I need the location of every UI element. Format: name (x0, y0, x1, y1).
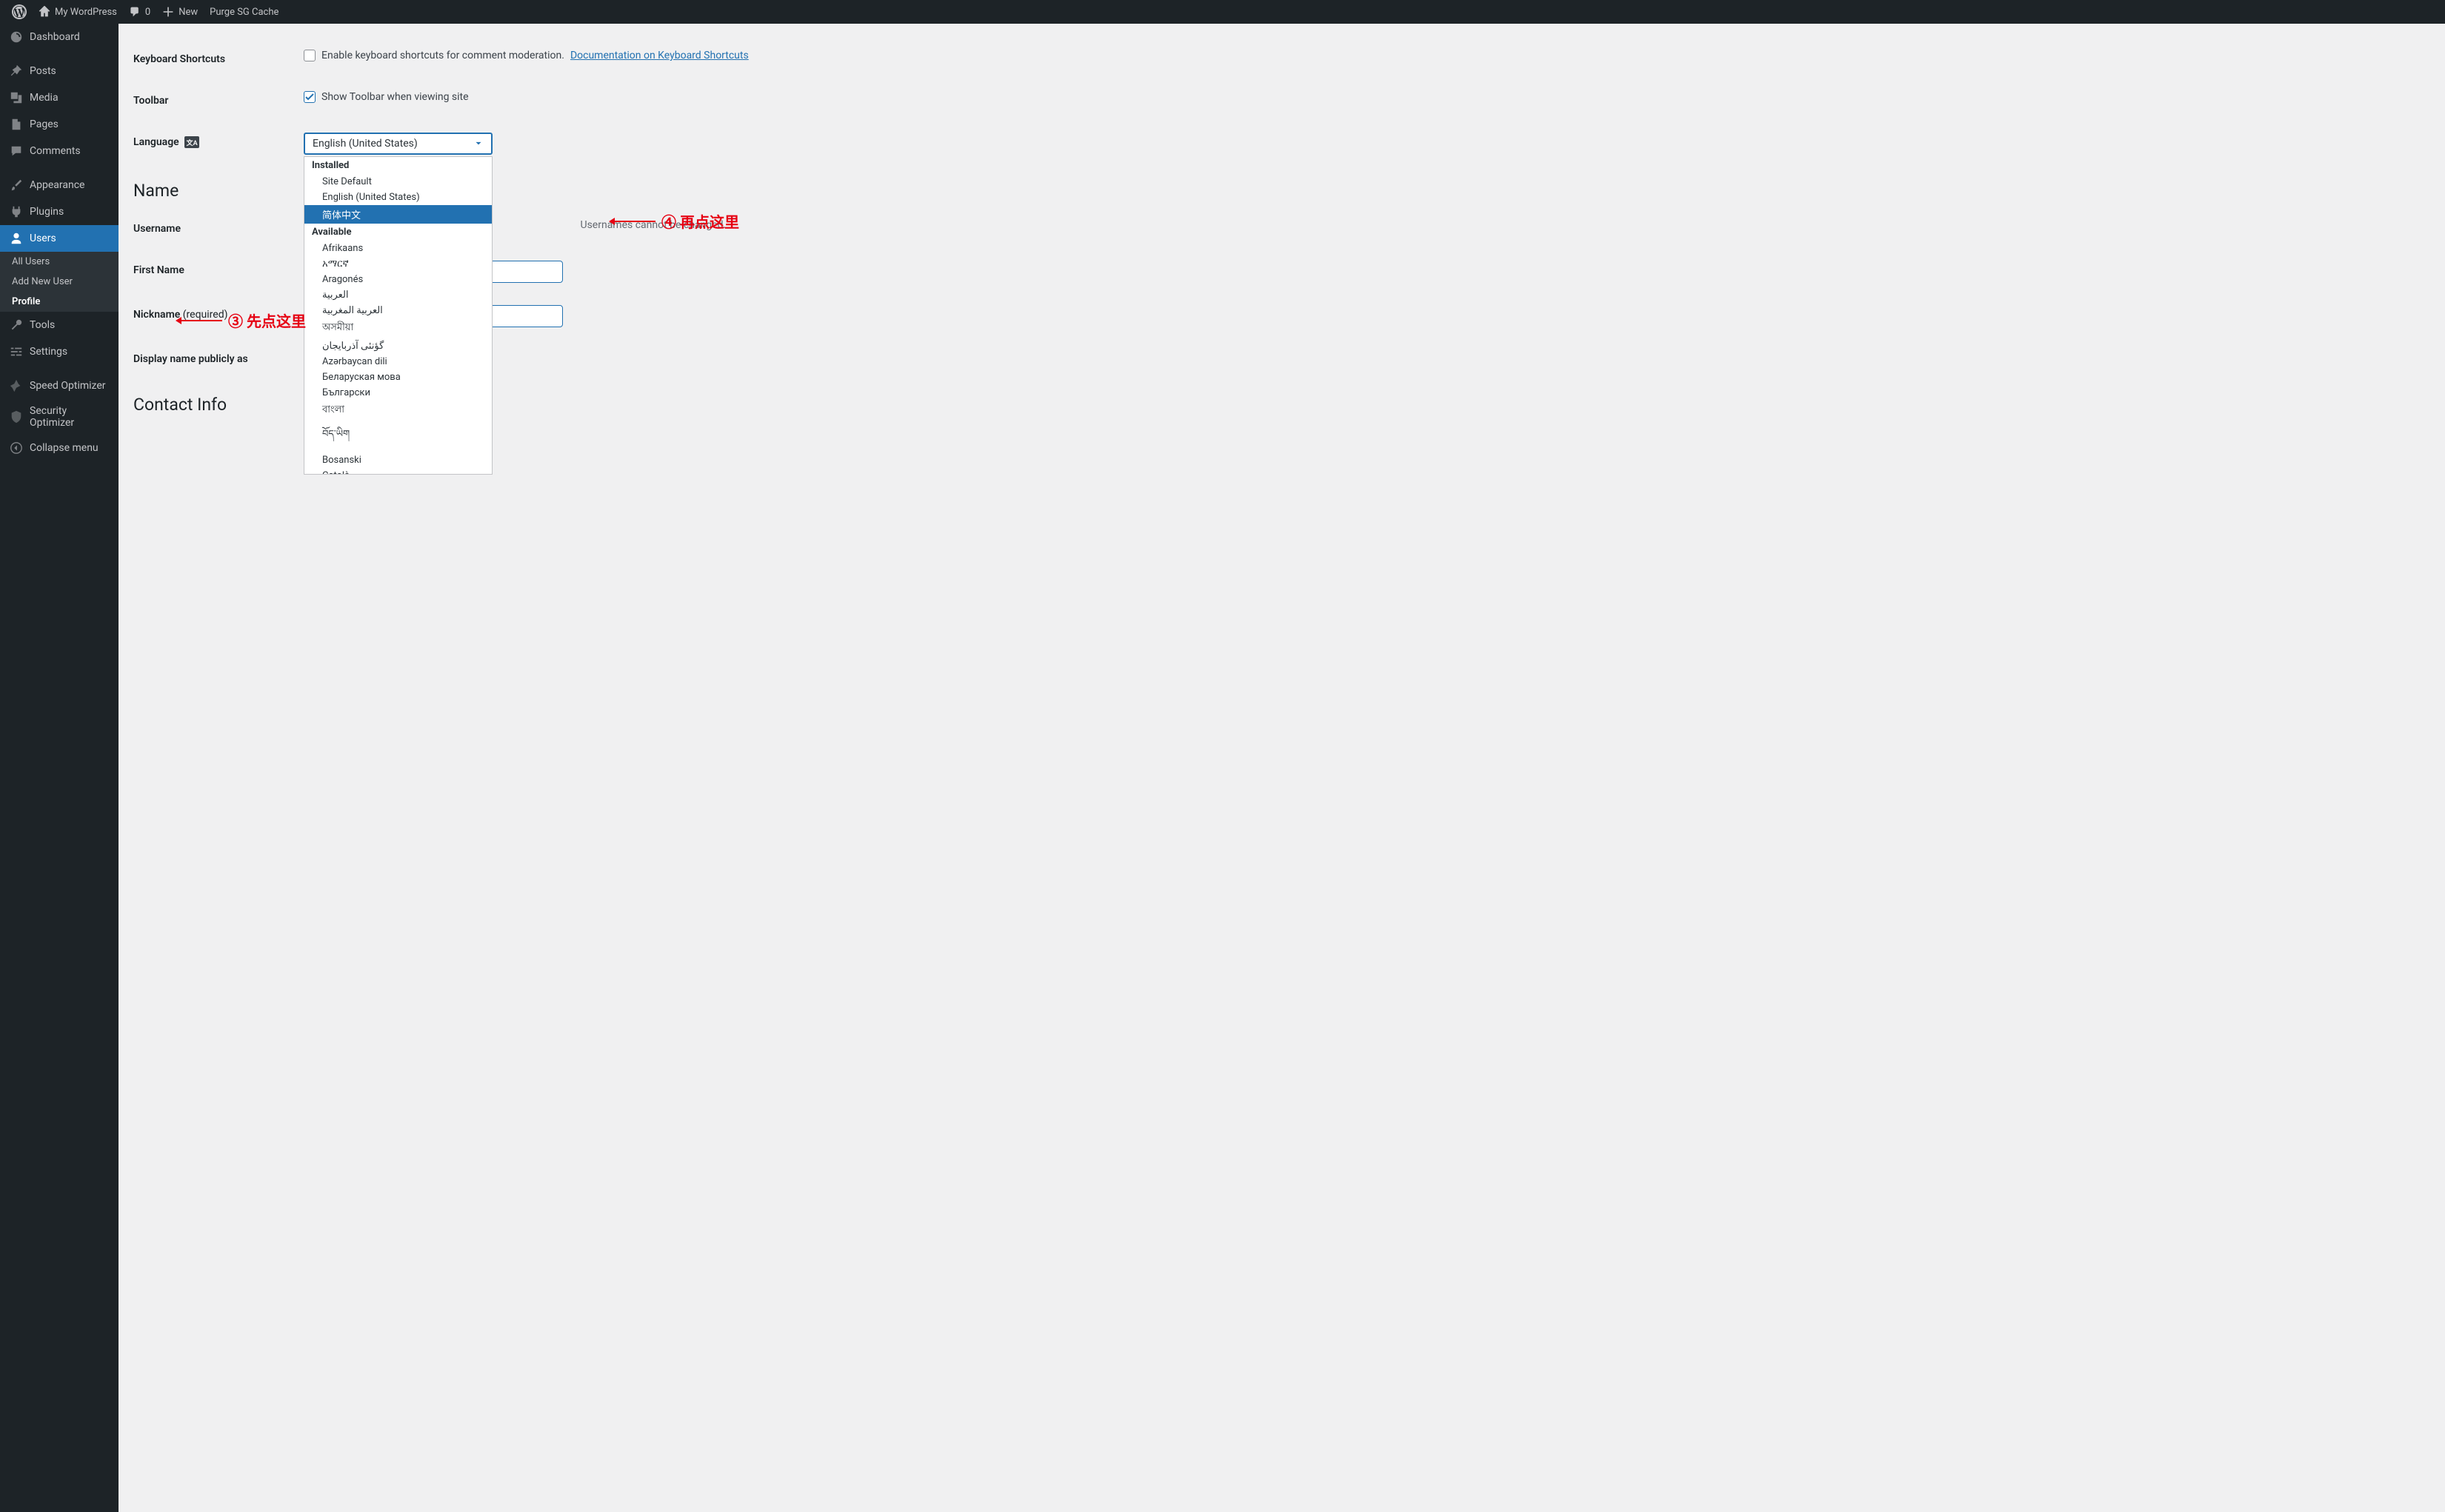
sidebar-item-appearance[interactable]: Appearance (0, 172, 119, 198)
site-name-item[interactable]: My WordPress (33, 0, 123, 24)
purge-label: Purge SG Cache (210, 7, 278, 18)
language-option[interactable]: Беларуская мова (304, 369, 492, 385)
sidebar-item-dashboard[interactable]: Dashboard (0, 24, 119, 50)
comment-icon (129, 6, 141, 18)
sidebar-label: Security Optimizer (30, 405, 110, 429)
sidebar-label: Comments (30, 145, 81, 157)
sidebar-label: Pages (30, 118, 59, 130)
sidebar-item-security[interactable]: Security Optimizer (0, 399, 119, 435)
users-submenu: All Users Add New User Profile (0, 252, 119, 312)
home-icon (39, 6, 50, 18)
brush-icon (9, 178, 24, 193)
user-icon (9, 231, 24, 246)
submenu-add-user[interactable]: Add New User (0, 272, 119, 292)
comments-count: 0 (145, 7, 150, 18)
wordpress-logo-icon (12, 4, 27, 19)
toolbar-checkbox[interactable] (304, 91, 316, 103)
language-option[interactable]: Site Default (304, 174, 492, 190)
language-option[interactable]: বাংলা (304, 401, 492, 421)
optgroup-installed: Installed (304, 157, 492, 174)
language-option[interactable]: Български (304, 385, 492, 401)
language-option[interactable]: العربية (304, 287, 492, 303)
sidebar-label: Media (30, 92, 59, 104)
sidebar-item-media[interactable]: Media (0, 84, 119, 111)
selected-language: English (United States) (313, 138, 418, 150)
rocket-icon (9, 378, 24, 393)
language-option[interactable]: گؤنئی آذربایجان (304, 338, 492, 354)
language-option[interactable]: አማርኛ (304, 256, 492, 272)
language-option[interactable]: العربية المغربية (304, 303, 492, 318)
admin-toolbar: My WordPress 0 New Purge SG Cache (0, 0, 2445, 24)
keyboard-shortcuts-doc-link[interactable]: Documentation on Keyboard Shortcuts (570, 50, 749, 61)
first-name-label: First Name (133, 250, 296, 294)
submenu-profile[interactable]: Profile (0, 292, 119, 312)
sidebar-label: Settings (30, 346, 67, 358)
sidebar-label: Tools (30, 319, 55, 331)
sidebar-label: Speed Optimizer (30, 380, 106, 392)
dashboard-icon (9, 30, 24, 44)
language-select[interactable]: English (United States) Installed Site D… (304, 133, 493, 155)
admin-sidebar: Dashboard Posts Media Pages Comments App… (0, 24, 119, 1512)
optgroup-available: Available (304, 224, 492, 241)
submenu-all-users[interactable]: All Users (0, 252, 119, 272)
language-option[interactable]: Afrikaans (304, 241, 492, 256)
language-label: Language 文A (133, 121, 296, 166)
profile-form: Keyboard Shortcuts Enable keyboard short… (133, 39, 2430, 166)
shield-icon (9, 409, 24, 424)
sidebar-item-plugins[interactable]: Plugins (0, 198, 119, 225)
toolbar-label: Toolbar (133, 80, 296, 121)
translate-icon: 文A (184, 136, 199, 148)
language-option[interactable]: English (United States) (304, 190, 492, 205)
username-note: Usernames cannot be changed. (580, 219, 726, 231)
comments-icon (9, 144, 24, 158)
keyboard-shortcuts-label: Keyboard Shortcuts (133, 39, 296, 80)
sidebar-label: Users (30, 233, 56, 244)
main-content: ③ 先点这里 ④ 再点这里 Keyboard Shortcuts Enable … (119, 24, 2445, 1512)
sidebar-item-settings[interactable]: Settings (0, 338, 119, 365)
sidebar-item-pages[interactable]: Pages (0, 111, 119, 138)
sidebar-label: Dashboard (30, 31, 80, 43)
pin-icon (9, 64, 24, 78)
wrench-icon (9, 318, 24, 332)
sidebar-label: Collapse menu (30, 442, 99, 454)
language-select-display[interactable]: English (United States) (304, 133, 493, 155)
sidebar-item-users[interactable]: Users (0, 225, 119, 252)
sidebar-item-collapse[interactable]: Collapse menu (0, 435, 119, 461)
language-dropdown[interactable]: Installed Site DefaultEnglish (United St… (304, 156, 493, 475)
sidebar-item-speed[interactable]: Speed Optimizer (0, 372, 119, 399)
language-option[interactable]: Bosanski (304, 452, 492, 468)
purge-cache-item[interactable]: Purge SG Cache (204, 0, 284, 24)
sidebar-label: Appearance (30, 179, 84, 191)
sidebar-label: Plugins (30, 206, 64, 218)
language-option[interactable]: অসমীয়া (304, 318, 492, 338)
wp-logo-item[interactable] (6, 0, 33, 24)
chevron-down-icon (473, 138, 484, 149)
plus-icon (162, 6, 174, 18)
sidebar-item-tools[interactable]: Tools (0, 312, 119, 338)
toolbar-text: Show Toolbar when viewing site (321, 91, 469, 103)
keyboard-shortcuts-checkbox[interactable] (304, 50, 316, 61)
language-option[interactable]: Azərbaycan dili (304, 354, 492, 369)
comments-item[interactable]: 0 (123, 0, 156, 24)
username-label: Username (133, 208, 296, 250)
page-icon (9, 117, 24, 132)
sidebar-label: Posts (30, 65, 56, 77)
sidebar-item-comments[interactable]: Comments (0, 138, 119, 164)
language-option[interactable]: 简体中文 (304, 205, 492, 224)
site-name-text: My WordPress (55, 7, 117, 18)
language-option[interactable]: Aragonés (304, 272, 492, 287)
keyboard-shortcuts-text: Enable keyboard shortcuts for comment mo… (321, 50, 564, 61)
collapse-icon (9, 441, 24, 455)
new-label: New (179, 7, 198, 18)
language-option[interactable]: བོད་ཡིག (304, 421, 492, 452)
plug-icon (9, 204, 24, 219)
sidebar-item-posts[interactable]: Posts (0, 58, 119, 84)
new-item[interactable]: New (156, 0, 204, 24)
display-name-label: Display name publicly as (133, 338, 296, 380)
language-option[interactable]: Català (304, 468, 492, 475)
media-icon (9, 90, 24, 105)
sliders-icon (9, 344, 24, 359)
nickname-label: Nickname (required) (133, 294, 296, 338)
